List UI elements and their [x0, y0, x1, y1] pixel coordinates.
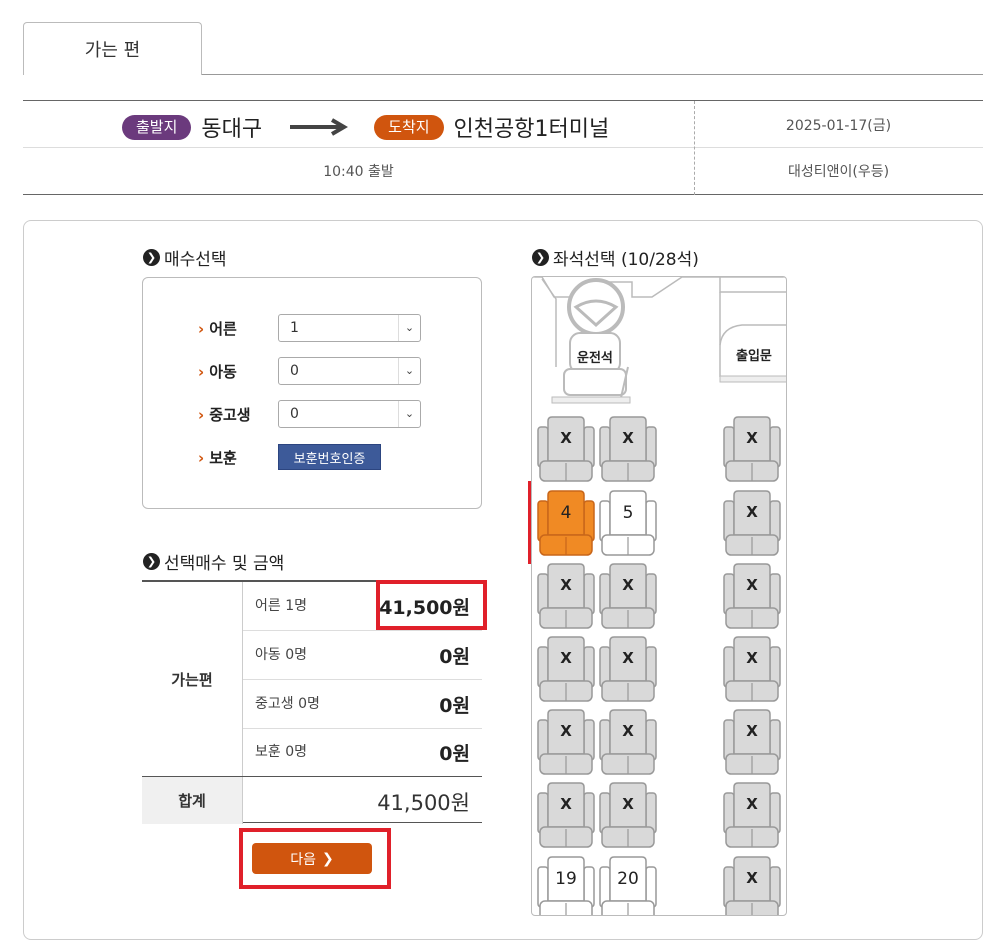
- seat-section-title-text: 좌석선택 (10/28석): [553, 250, 699, 270]
- seat-label: X: [560, 429, 572, 447]
- seat-label: X: [560, 649, 572, 667]
- departure-date: 2025-01-17(금): [785, 118, 892, 134]
- bus-seat-map: 운전석 출입문 X X X 4 5 X X X X X X X X X X X X X 19 20 X: [531, 276, 787, 916]
- bus-front-outline: [532, 277, 786, 404]
- seat-label: 19: [555, 869, 577, 889]
- price-row-label: 보훈 0명: [255, 744, 307, 760]
- count-section-title-text: 매수선택: [164, 250, 227, 270]
- seat-16: X: [536, 781, 596, 849]
- price-row: 아동 0명 0원: [243, 631, 482, 680]
- arrival-city: 인천공항1터미널: [453, 117, 610, 142]
- seat-12: X: [722, 635, 782, 703]
- seat-19[interactable]: 19: [536, 855, 596, 915]
- seat-21: X: [722, 855, 782, 915]
- price-row-label: 중고생 0명: [255, 696, 320, 712]
- price-row-amount: 0원: [439, 743, 470, 765]
- seat-label: X: [622, 429, 634, 447]
- seat-label: X: [622, 722, 634, 740]
- tab-outbound[interactable]: 가는 편: [23, 22, 202, 75]
- seat-20[interactable]: 20: [598, 855, 658, 915]
- seat-18: X: [722, 781, 782, 849]
- seat-10: X: [536, 635, 596, 703]
- seat-label: X: [746, 869, 758, 887]
- departure-city: 동대구: [201, 117, 263, 142]
- total-label: 합계: [142, 777, 243, 824]
- tab-divider: [201, 74, 983, 75]
- adult-count-select[interactable]: 1 ⌄: [278, 314, 421, 342]
- seat-label: X: [560, 722, 572, 740]
- arrival-badge: 도착지: [374, 114, 444, 140]
- price-row: 중고생 0명 0원: [243, 680, 482, 729]
- seat-17: X: [598, 781, 658, 849]
- route-info: 출발지 동대구 도착지 인천공항1터미널 2025-01-17(금) 10:40…: [23, 100, 983, 195]
- price-section-title-text: 선택매수 및 금액: [164, 554, 285, 574]
- seat-label: X: [746, 429, 758, 447]
- student-label: › 중고생: [198, 406, 251, 424]
- highlight-adult-price: [376, 580, 487, 630]
- departure-time: 10:40 출발: [323, 164, 394, 180]
- price-row-amount: 0원: [439, 695, 470, 717]
- child-label: › 아동: [198, 363, 237, 381]
- chevron-down-icon: ⌄: [398, 401, 420, 427]
- seat-label: 4: [560, 503, 572, 523]
- price-row: 보훈 0명 0원: [243, 728, 482, 777]
- seat-label: X: [746, 576, 758, 594]
- seat-label: X: [622, 795, 634, 813]
- price-total-row: 합계 41,500원: [142, 776, 482, 824]
- seat-13: X: [536, 708, 596, 776]
- price-row-label: 어른 1명: [255, 598, 307, 614]
- student-count-select[interactable]: 0 ⌄: [278, 400, 421, 428]
- adult-label: › 어른: [198, 320, 237, 338]
- seat-7: X: [536, 562, 596, 630]
- seat-label: X: [746, 722, 758, 740]
- seat-label: X: [560, 576, 572, 594]
- price-row-amount: 0원: [439, 646, 470, 668]
- seat-4[interactable]: 4: [536, 489, 596, 557]
- arrow-right-icon: [290, 118, 349, 136]
- chevron-down-icon: ⌄: [398, 315, 420, 341]
- seat-15: X: [722, 708, 782, 776]
- chevron-down-icon: ⌄: [398, 358, 420, 384]
- driver-seat-label: 운전석: [577, 351, 613, 366]
- seat-2: X: [598, 415, 658, 483]
- route-line: 출발지 동대구 도착지 인천공항1터미널: [122, 111, 609, 143]
- seat-14: X: [598, 708, 658, 776]
- seat-11: X: [598, 635, 658, 703]
- door-label: 출입문: [736, 349, 772, 364]
- seat-5[interactable]: 5: [598, 489, 658, 557]
- seat-label: X: [560, 795, 572, 813]
- seat-1: X: [536, 415, 596, 483]
- veteran-verify-button[interactable]: 보훈번호인증: [278, 444, 381, 470]
- seat-label: X: [622, 576, 634, 594]
- seat-label: 5: [622, 503, 634, 523]
- seat-label: X: [622, 649, 634, 667]
- seat-label: 20: [617, 869, 639, 889]
- seat-section-title: ❯ 좌석선택 (10/28석): [532, 245, 699, 270]
- route-divider: [23, 147, 983, 148]
- count-section-title: ❯ 매수선택: [143, 245, 227, 270]
- seat-label: X: [746, 649, 758, 667]
- seat-label: X: [746, 795, 758, 813]
- seat-3: X: [722, 415, 782, 483]
- departure-badge: 출발지: [122, 114, 192, 140]
- chevron-circle-icon: ❯: [532, 249, 549, 266]
- highlight-next-button: [239, 828, 391, 889]
- price-group-label: 가는편: [142, 582, 243, 776]
- veteran-label: › 보훈: [198, 449, 237, 467]
- seat-9: X: [722, 562, 782, 630]
- seat-label: X: [746, 503, 758, 521]
- bus-company: 대성티앤이(우등): [787, 164, 890, 180]
- child-count-select[interactable]: 0 ⌄: [278, 357, 421, 385]
- chevron-circle-icon: ❯: [143, 249, 160, 266]
- seat-8: X: [598, 562, 658, 630]
- price-section-title: ❯ 선택매수 및 금액: [143, 549, 284, 574]
- chevron-circle-icon: ❯: [143, 553, 160, 570]
- count-box: [142, 277, 482, 509]
- total-value: 41,500원: [377, 791, 470, 815]
- price-row-label: 아동 0명: [255, 647, 307, 663]
- seat-6: X: [722, 489, 782, 557]
